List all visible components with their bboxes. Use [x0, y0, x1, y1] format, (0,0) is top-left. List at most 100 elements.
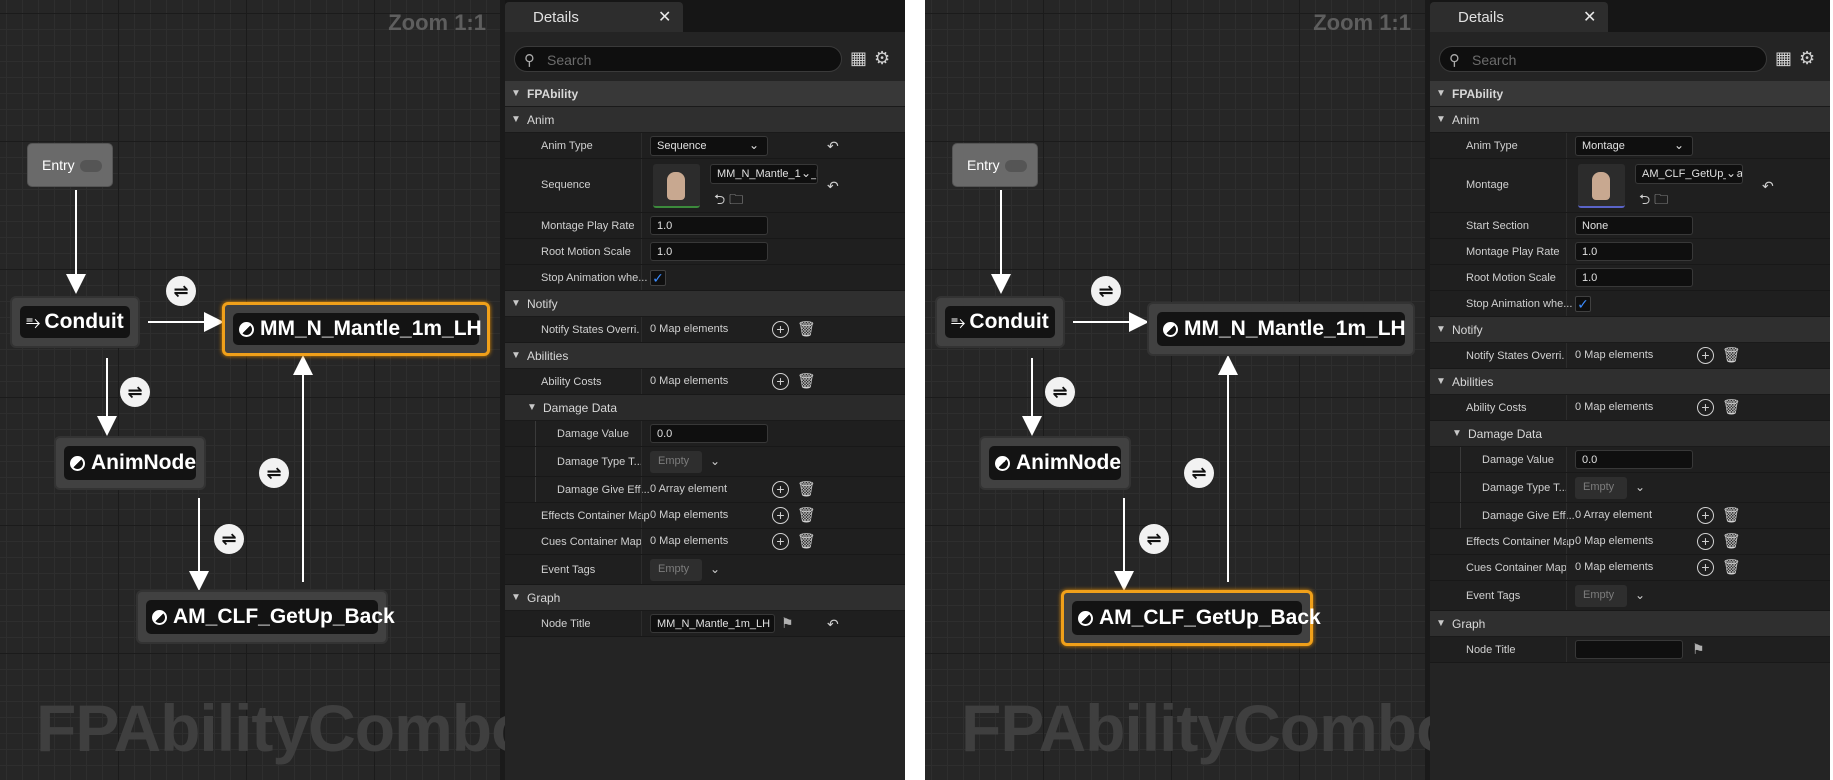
category-abilities[interactable]: ▼ Abilities [505, 343, 905, 369]
anim-type-dropdown[interactable]: Montage ⌄ [1575, 136, 1693, 156]
asset-picker[interactable]: AM_CLF_GetUp_Back ⌄ [1635, 164, 1743, 184]
flag-icon[interactable]: ⚑ [1692, 641, 1705, 658]
search-input[interactable]: ⚲ Search [514, 46, 842, 72]
transition-rule-icon[interactable]: ⇌ [1091, 276, 1121, 306]
category-abilities[interactable]: ▼ Abilities [1430, 369, 1830, 395]
entry-node[interactable]: Entry [27, 143, 113, 187]
state-node-animnode[interactable]: AnimNode [54, 436, 206, 490]
transition-rule-icon[interactable]: ⇌ [1184, 458, 1214, 488]
trash-icon[interactable]: 🗑 [1722, 506, 1741, 524]
conduit-node[interactable]: ⥱ Conduit [935, 296, 1065, 348]
chevron-down-icon[interactable]: ⌄ [710, 454, 720, 468]
add-element-icon[interactable]: + [1697, 559, 1714, 576]
category-notify[interactable]: ▼ Notify [1430, 317, 1830, 343]
state-node-getup[interactable]: AM_CLF_GetUp_Back [1061, 590, 1321, 646]
close-icon[interactable]: ✕ [1583, 7, 1596, 27]
transition-rule-icon[interactable]: ⇌ [166, 276, 196, 306]
tab-title: Details [533, 9, 579, 26]
trash-icon[interactable]: 🗑 [797, 532, 816, 550]
row-damage-value: Damage Value 0.0 [1430, 447, 1830, 473]
details-tab[interactable]: Details ✕ [1430, 2, 1608, 32]
add-element-icon[interactable]: + [772, 321, 789, 338]
add-element-icon[interactable]: + [772, 481, 789, 498]
state-node-getup[interactable]: AM_CLF_GetUp_Back [136, 590, 395, 644]
damage-value-input[interactable]: 0.0 [1575, 450, 1693, 469]
transition-rule-icon[interactable]: ⇌ [214, 524, 244, 554]
table-view-icon[interactable]: ▦ [1775, 48, 1792, 69]
search-input[interactable]: ⚲ Search [1439, 46, 1767, 72]
add-element-icon[interactable]: + [1697, 507, 1714, 524]
root-motion-scale-input[interactable]: 1.0 [650, 242, 768, 261]
state-node-animnode[interactable]: AnimNode [979, 436, 1131, 490]
chevron-down-icon[interactable]: ⌄ [1635, 480, 1645, 494]
gear-icon[interactable]: ⚙ [1799, 48, 1815, 69]
state-node-mantle[interactable]: MM_N_Mantle_1m_LH [222, 302, 490, 356]
reset-icon[interactable]: ↶ [827, 616, 839, 633]
trash-icon[interactable]: 🗑 [1722, 346, 1741, 364]
category-damage-data[interactable]: ▼ Damage Data [505, 395, 905, 421]
category-anim[interactable]: ▼ Anim [1430, 107, 1830, 133]
trash-icon[interactable]: 🗑 [1722, 558, 1741, 576]
add-element-icon[interactable]: + [1697, 399, 1714, 416]
close-icon[interactable]: ✕ [658, 7, 671, 27]
root-motion-scale-input[interactable]: 1.0 [1575, 268, 1693, 287]
flag-icon[interactable]: ⚑ [781, 615, 794, 632]
event-tags-dropdown[interactable]: Empty [650, 559, 702, 581]
category-graph[interactable]: ▼ Graph [1430, 611, 1830, 637]
conduit-node[interactable]: ⥱ Conduit [10, 296, 140, 348]
trash-icon[interactable]: 🗑 [797, 320, 816, 338]
add-element-icon[interactable]: + [772, 533, 789, 550]
category-anim[interactable]: ▼ Anim [505, 107, 905, 133]
reset-icon[interactable]: ↶ [827, 178, 839, 195]
state-machine-graph[interactable]: Zoom 1:1 ⇌ ⇌ ⇌ ⇌ Entry ⥱ Conduit MM_N_Ma… [0, 0, 531, 780]
entry-node[interactable]: Entry [952, 143, 1038, 187]
transition-rule-icon[interactable]: ⇌ [1045, 377, 1075, 407]
add-element-icon[interactable]: + [772, 507, 789, 524]
transition-rule-icon[interactable]: ⇌ [259, 458, 289, 488]
anim-type-dropdown[interactable]: Sequence ⌄ [650, 136, 768, 156]
asset-picker[interactable]: MM_N_Mantle_1m_LH⌄ [710, 164, 818, 184]
trash-icon[interactable]: 🗑 [797, 372, 816, 390]
damage-type-dropdown[interactable]: Empty [650, 451, 702, 473]
chevron-down-icon[interactable]: ⌄ [1635, 588, 1645, 602]
category-notify[interactable]: ▼ Notify [505, 291, 905, 317]
add-element-icon[interactable]: + [1697, 347, 1714, 364]
row-ability-costs: Ability Costs 0 Map elements + 🗑 [1430, 395, 1830, 421]
gear-icon[interactable]: ⚙ [874, 48, 890, 69]
damage-type-dropdown[interactable]: Empty [1575, 477, 1627, 499]
asset-thumbnail[interactable] [1578, 164, 1625, 208]
chevron-down-icon[interactable]: ⌄ [710, 562, 720, 576]
category-damage-data[interactable]: ▼ Damage Data [1430, 421, 1830, 447]
asset-thumbnail[interactable] [653, 164, 700, 208]
event-tags-dropdown[interactable]: Empty [1575, 585, 1627, 607]
details-tab[interactable]: Details ✕ [505, 2, 683, 32]
stop-animation-checkbox[interactable]: ✓ [650, 270, 666, 286]
node-title-input[interactable]: MM_N_Mantle_1m_LH [650, 614, 775, 633]
transition-rule-icon[interactable]: ⇌ [1139, 524, 1169, 554]
category-fpability[interactable]: ▼ FPAbility [1430, 81, 1830, 107]
montage-play-rate-input[interactable]: 1.0 [650, 216, 768, 235]
browse-asset-icon[interactable]: ⮌ 🗀 [714, 189, 743, 213]
state-machine-graph[interactable]: Zoom 1:1 ⇌ ⇌ ⇌ ⇌ Entry ⥱ Conduit MM_N_Ma… [925, 0, 1456, 780]
add-element-icon[interactable]: + [1697, 533, 1714, 550]
trash-icon[interactable]: 🗑 [797, 480, 816, 498]
start-section-input[interactable]: None [1575, 216, 1693, 235]
trash-icon[interactable]: 🗑 [797, 506, 816, 524]
reset-icon[interactable]: ↶ [1762, 178, 1774, 195]
montage-play-rate-input[interactable]: 1.0 [1575, 242, 1693, 261]
damage-value-input[interactable]: 0.0 [650, 424, 768, 443]
reset-icon[interactable]: ↶ [827, 138, 839, 155]
category-graph[interactable]: ▼ Graph [505, 585, 905, 611]
table-view-icon[interactable]: ▦ [850, 48, 867, 69]
entry-pin[interactable] [80, 160, 102, 172]
entry-pin[interactable] [1005, 160, 1027, 172]
trash-icon[interactable]: 🗑 [1722, 532, 1741, 550]
category-fpability[interactable]: ▼ FPAbility [505, 81, 905, 107]
add-element-icon[interactable]: + [772, 373, 789, 390]
transition-rule-icon[interactable]: ⇌ [120, 377, 150, 407]
browse-asset-icon[interactable]: ⮌ 🗀 [1639, 189, 1668, 213]
state-node-mantle[interactable]: MM_N_Mantle_1m_LH [1147, 302, 1415, 356]
node-title-input[interactable] [1575, 640, 1683, 659]
trash-icon[interactable]: 🗑 [1722, 398, 1741, 416]
stop-animation-checkbox[interactable]: ✓ [1575, 296, 1591, 312]
